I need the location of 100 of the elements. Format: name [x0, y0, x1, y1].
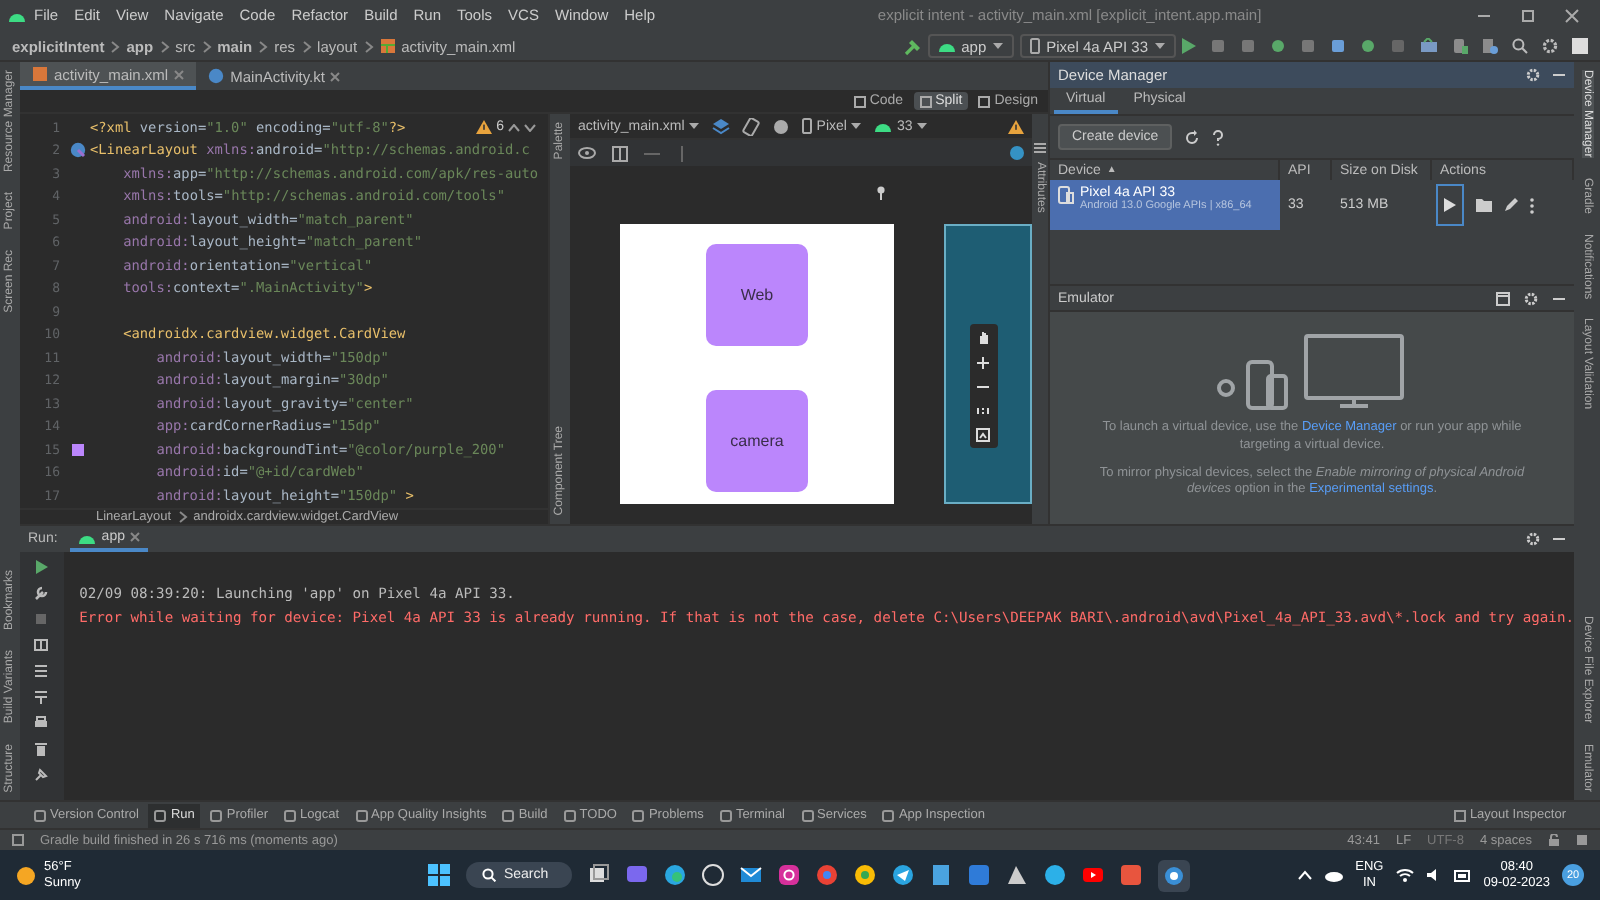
layout-file-icon [32, 66, 48, 82]
panel-toggle-icon[interactable] [12, 834, 24, 846]
chevron-icon [159, 39, 170, 53]
caret-icon [916, 122, 929, 130]
tool-window-icon [563, 809, 576, 821]
rerun-icon[interactable] [34, 560, 49, 574]
minimize-icon[interactable] [1552, 68, 1566, 82]
warning-icon [1008, 119, 1024, 133]
wrap-icon[interactable] [34, 664, 49, 678]
card-view: camera [705, 390, 808, 492]
android-icon [937, 40, 956, 52]
minimize-icon[interactable] [1552, 532, 1566, 546]
settings-icon[interactable] [1526, 532, 1540, 546]
zoom-out-icon[interactable] [975, 380, 990, 394]
tool-window-icon [502, 809, 515, 821]
tool-window-icon [283, 809, 296, 821]
chevron-icon [177, 509, 188, 524]
battery-icon[interactable] [1453, 869, 1472, 881]
launch-button[interactable] [1436, 184, 1464, 226]
paper-plane-icon[interactable] [892, 864, 915, 886]
folder-icon[interactable] [1476, 198, 1492, 212]
chevron-up-icon[interactable] [1297, 870, 1312, 880]
settings-icon[interactable] [1524, 291, 1538, 305]
tool-window-icon [632, 809, 645, 821]
tool-window-icon [154, 809, 167, 821]
code-view-icon [853, 95, 866, 107]
color-swatch-icon [71, 443, 83, 456]
chevron-icon [363, 39, 374, 53]
search-icon[interactable] [1512, 38, 1528, 54]
chevron-icon [258, 39, 269, 53]
print-icon[interactable] [34, 716, 49, 730]
attributes-icon [1034, 142, 1046, 154]
lock-icon[interactable] [1548, 834, 1560, 846]
tool-window-icon [882, 809, 895, 821]
run-icon[interactable] [1182, 38, 1196, 54]
class-icon [69, 142, 85, 159]
windows-logo-icon[interactable] [427, 864, 450, 886]
card-view: Web [705, 244, 808, 346]
close-icon[interactable] [1564, 7, 1580, 23]
tool-window-icon [355, 809, 368, 821]
blueprint-icon[interactable] [612, 145, 628, 161]
square-app-icon[interactable] [1120, 864, 1143, 886]
warning-icon [476, 120, 493, 134]
edit-icon[interactable] [1504, 198, 1518, 212]
android-icon [77, 531, 96, 543]
video-icon[interactable] [1082, 864, 1105, 886]
caret-icon [992, 42, 1005, 50]
chevron-icon [201, 39, 212, 53]
eye-icon[interactable] [578, 146, 596, 160]
camera-app-icon[interactable] [778, 864, 801, 886]
window-icon[interactable] [1496, 291, 1510, 305]
help-icon[interactable] [1212, 129, 1225, 145]
pin-icon[interactable] [34, 768, 49, 782]
hammer-icon[interactable] [903, 37, 922, 55]
circle-logo-icon[interactable] [702, 864, 725, 886]
maximize-icon[interactable] [1520, 7, 1536, 23]
actual-size-icon[interactable] [975, 404, 990, 418]
device-icon [1058, 186, 1074, 204]
design-view-icon [978, 95, 991, 107]
tool-window-icon [801, 809, 813, 821]
play-icon [1444, 198, 1456, 212]
layout-file-icon [379, 38, 396, 54]
chat-icon[interactable] [626, 864, 649, 886]
close-icon[interactable] [330, 71, 341, 81]
task-view-icon[interactable] [588, 864, 611, 886]
phone-icon [1030, 38, 1041, 54]
android-icon [874, 120, 893, 132]
next-icon[interactable] [524, 123, 536, 131]
mail-icon[interactable] [740, 864, 763, 886]
split-view-icon [919, 95, 932, 107]
pan-icon[interactable] [975, 330, 992, 346]
previous-icon[interactable] [508, 123, 520, 131]
phone-icon [802, 118, 813, 134]
trash-icon[interactable] [34, 742, 49, 756]
tool-window-icon [210, 809, 223, 821]
close-icon[interactable] [130, 532, 141, 542]
android-icon [8, 9, 26, 21]
wifi-icon[interactable] [1395, 868, 1414, 882]
zoom-in-icon[interactable] [975, 356, 990, 370]
refresh-icon[interactable] [1184, 129, 1201, 145]
caret-icon [1154, 42, 1166, 50]
speaker-icon[interactable] [1425, 868, 1442, 882]
tool-window-icon [719, 809, 732, 821]
layout-icon[interactable] [34, 638, 49, 652]
active-app-button[interactable] [1158, 859, 1191, 891]
pin-icon [876, 186, 886, 200]
caret-icon [688, 122, 701, 130]
tool-window-icon [34, 809, 46, 821]
wrench-icon[interactable] [34, 586, 49, 600]
orientation-icon[interactable] [742, 117, 761, 135]
info-icon[interactable] [1010, 146, 1024, 160]
sun-icon [16, 865, 36, 885]
search-icon [481, 868, 496, 882]
kotlin-file-icon [208, 68, 225, 84]
fit-screen-icon[interactable] [975, 428, 990, 442]
chevron-icon [110, 39, 121, 53]
layers-icon[interactable] [712, 117, 731, 135]
cloud-icon[interactable] [1323, 868, 1344, 882]
caret-icon [850, 122, 863, 130]
chevron-icon [301, 39, 312, 53]
